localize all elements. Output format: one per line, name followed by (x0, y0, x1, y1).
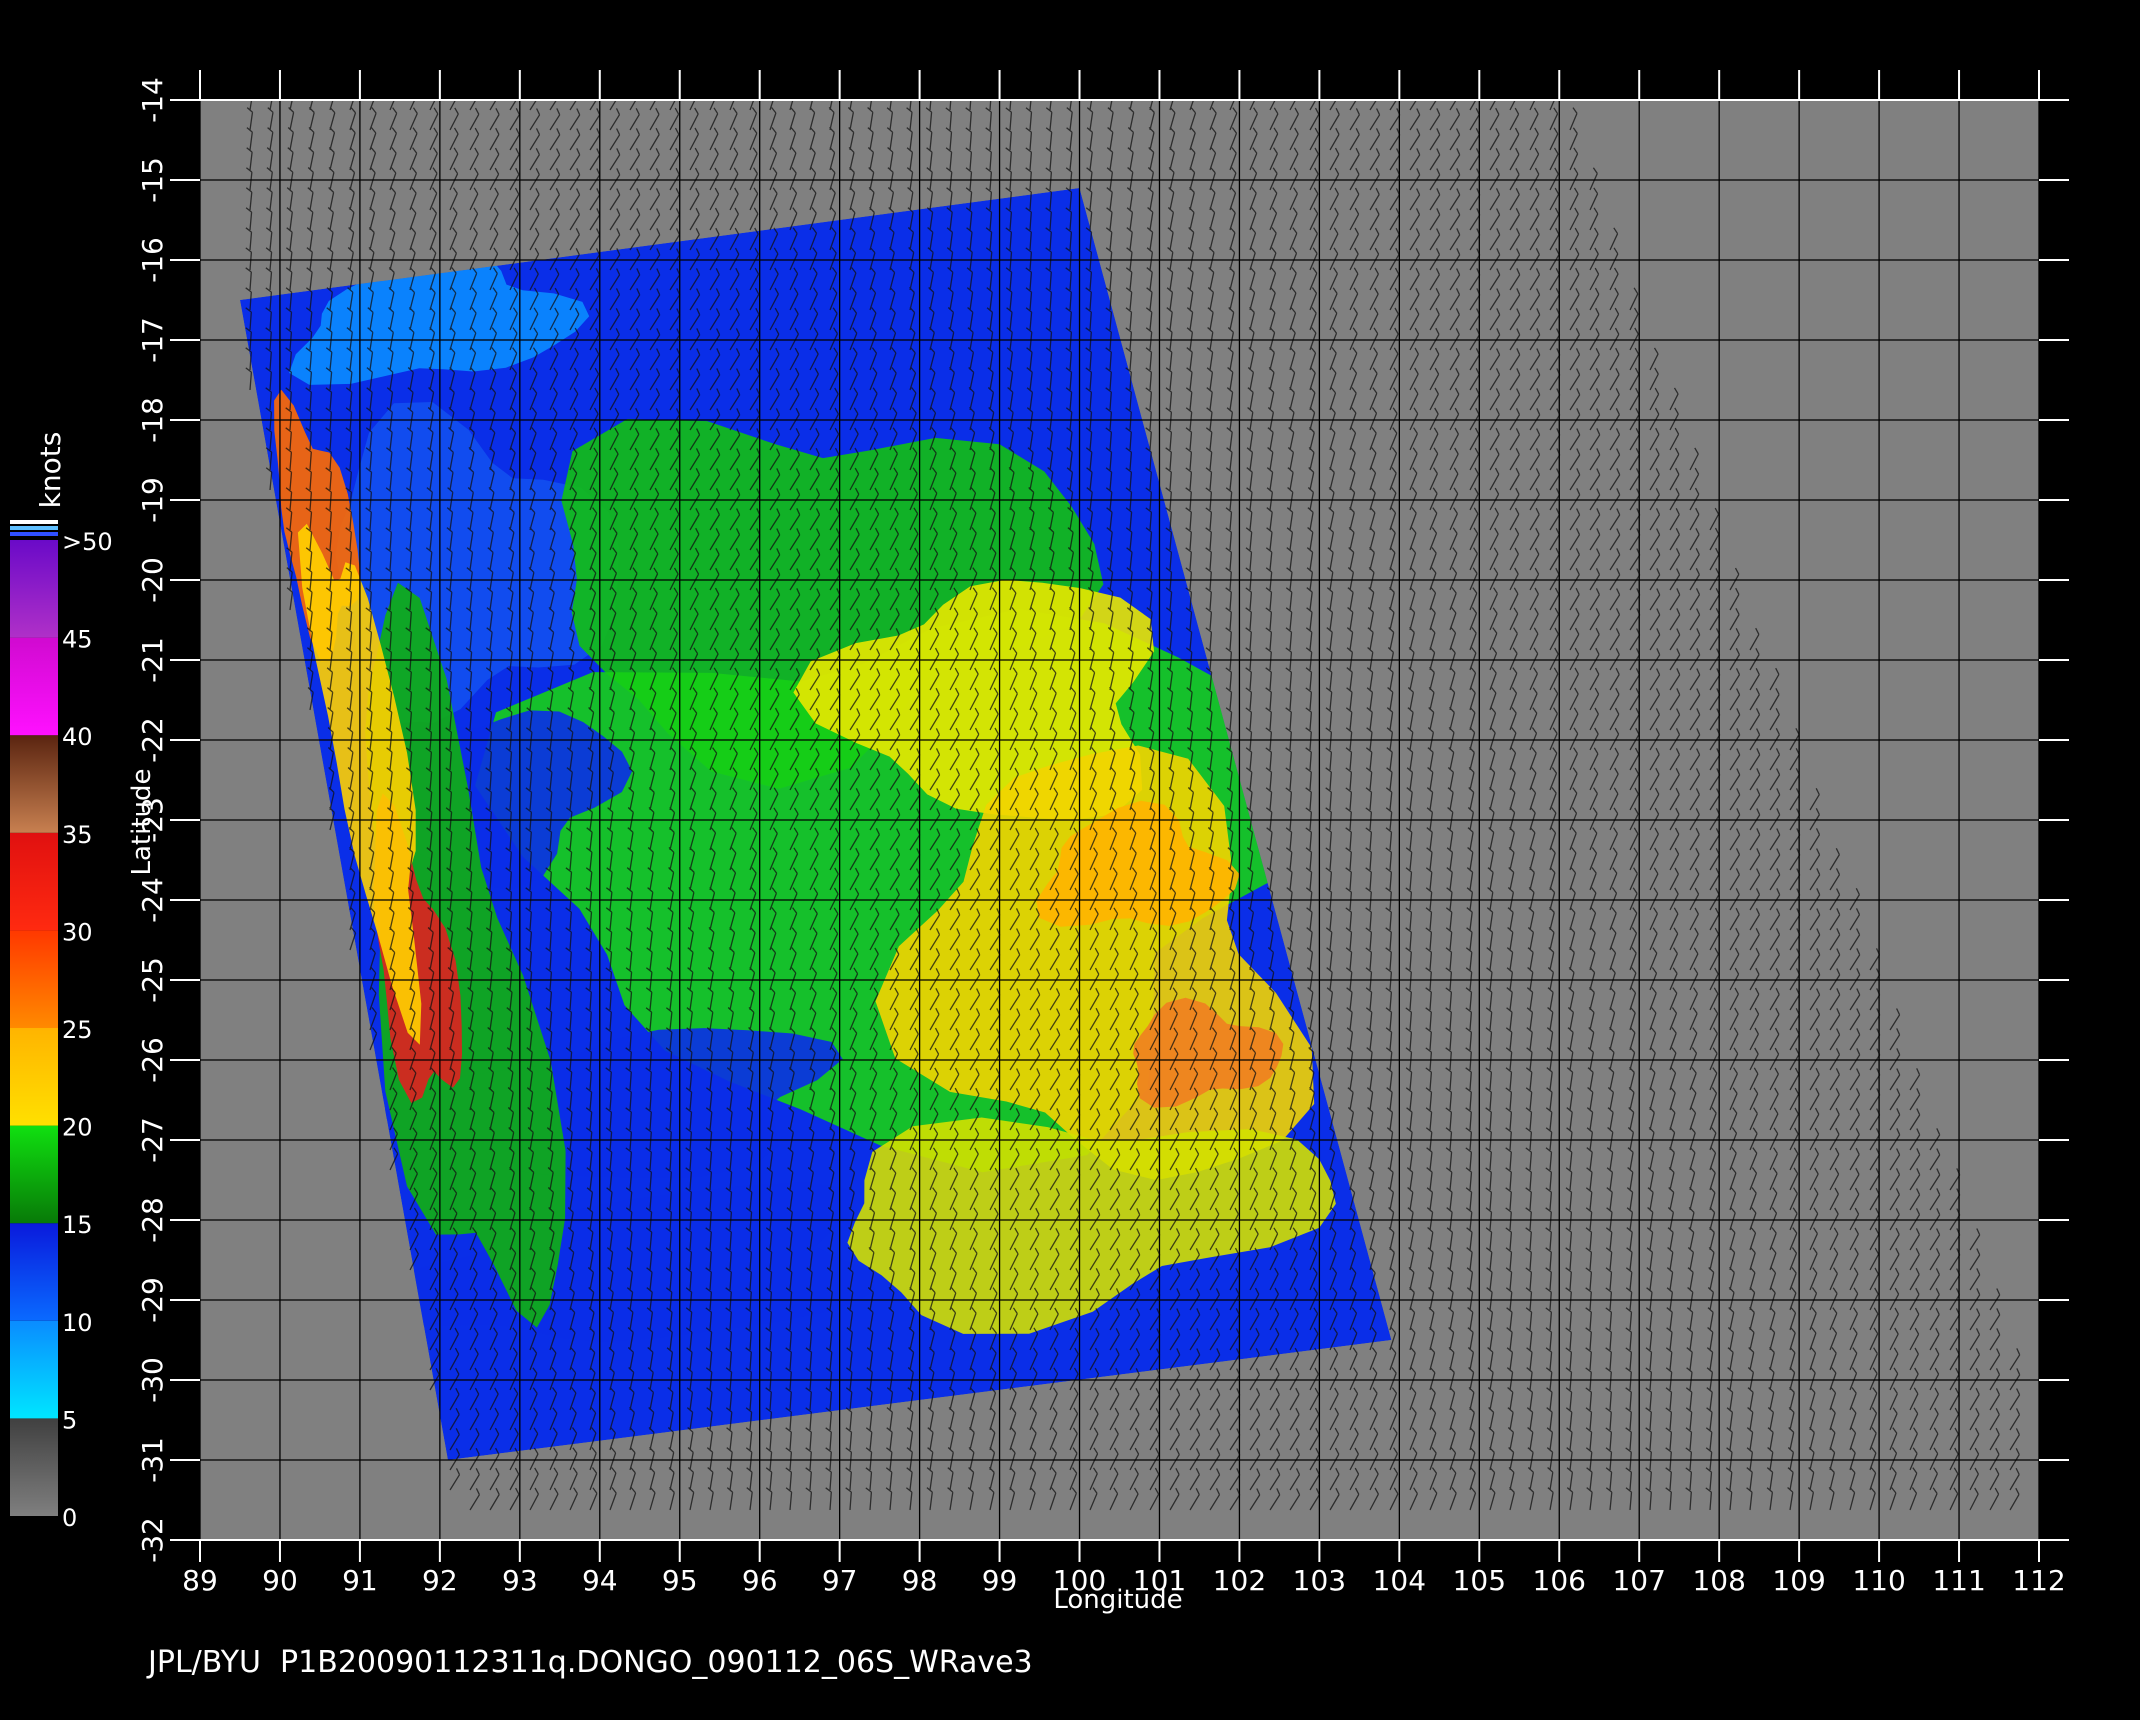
lat-tick-label: -26 (136, 1037, 169, 1083)
legend-color-band (10, 1320, 58, 1419)
legend-top-stripe (10, 520, 58, 524)
lon-tick-label: 99 (982, 1564, 1018, 1597)
lon-tick-label: 104 (1373, 1564, 1426, 1597)
lat-tick-label: -22 (136, 717, 169, 763)
lon-tick-label: 112 (2012, 1564, 2065, 1597)
legend-color-band (10, 1418, 58, 1516)
lon-tick-label: 96 (742, 1564, 778, 1597)
product-id-footer: JPL/BYU P1B20090112311q.DONGO_090112_06S… (146, 1645, 1033, 1680)
lon-tick-label: 110 (1852, 1564, 1905, 1597)
lat-tick-label: -14 (136, 77, 169, 123)
lat-tick-label: -17 (136, 317, 169, 363)
legend-top-stripe (10, 532, 58, 536)
legend-color-band (10, 1223, 58, 1321)
legend-label: 40 (62, 723, 93, 751)
legend-color-band (10, 540, 58, 638)
lon-tick-label: 93 (502, 1564, 538, 1597)
lon-tick-label: 90 (262, 1564, 298, 1597)
legend-unit-label: knots (34, 432, 67, 509)
lat-tick-label: -31 (136, 1437, 169, 1483)
legend-label: 10 (62, 1309, 93, 1337)
legend-color-band (10, 1028, 58, 1126)
legend-color-band (10, 832, 58, 931)
lon-tick-label: 105 (1453, 1564, 1506, 1597)
lon-tick-label: 102 (1213, 1564, 1266, 1597)
lat-tick-label: -24 (136, 877, 169, 923)
lon-tick-label: 103 (1293, 1564, 1346, 1597)
lon-tick-label: 91 (342, 1564, 378, 1597)
lon-tick-label: 98 (902, 1564, 938, 1597)
legend-color-band (10, 637, 58, 736)
lon-tick-label: 111 (1932, 1564, 1985, 1597)
lat-tick-label: -19 (136, 477, 169, 523)
map-plot-area[interactable] (200, 87, 2039, 1540)
lat-tick-label: -18 (136, 397, 169, 443)
legend-label: 35 (62, 821, 93, 849)
legend-label: 5 (62, 1406, 77, 1434)
lat-tick-label: -20 (136, 557, 169, 603)
wind-map-figure: 89 90 91 92 93 94 95 96 97 98 99 100 101 102 103 104 105… (0, 0, 2140, 1720)
lon-tick-label: 95 (662, 1564, 698, 1597)
lat-tick-label: -30 (136, 1357, 169, 1403)
lat-tick-label: -21 (136, 637, 169, 683)
legend-color-band (10, 735, 58, 833)
lon-tick-label: 108 (1692, 1564, 1745, 1597)
lon-tick-label: 92 (422, 1564, 458, 1597)
x-axis-label: Longitude (1053, 1585, 1182, 1615)
legend-color-band (10, 930, 58, 1028)
lon-tick-label: 106 (1533, 1564, 1586, 1597)
lon-tick-label: 109 (1772, 1564, 1825, 1597)
legend-label: 45 (62, 626, 93, 654)
lat-tick-label: -27 (136, 1117, 169, 1163)
legend-label: 30 (62, 918, 93, 946)
lon-tick-label: 94 (582, 1564, 618, 1597)
legend-top-stripe (10, 526, 58, 530)
legend-color-band (10, 1125, 58, 1224)
legend-label: 20 (62, 1114, 93, 1142)
lat-tick-label: -15 (136, 157, 169, 203)
lon-tick-label: 107 (1612, 1564, 1665, 1597)
lon-tick-label: 89 (182, 1564, 218, 1597)
lat-tick-label: -28 (136, 1197, 169, 1243)
lat-tick-label: -16 (136, 237, 169, 283)
y-axis-label: Latitude (127, 768, 157, 875)
legend-label: 25 (62, 1016, 93, 1044)
lon-tick-label: 97 (822, 1564, 858, 1597)
lat-tick-label: -32 (136, 1517, 169, 1563)
legend-label: 15 (62, 1211, 93, 1239)
lat-tick-label: -25 (136, 957, 169, 1003)
legend-label: >50 (62, 528, 113, 556)
lat-tick-label: -29 (136, 1277, 169, 1323)
legend-label: 0 (62, 1504, 77, 1532)
